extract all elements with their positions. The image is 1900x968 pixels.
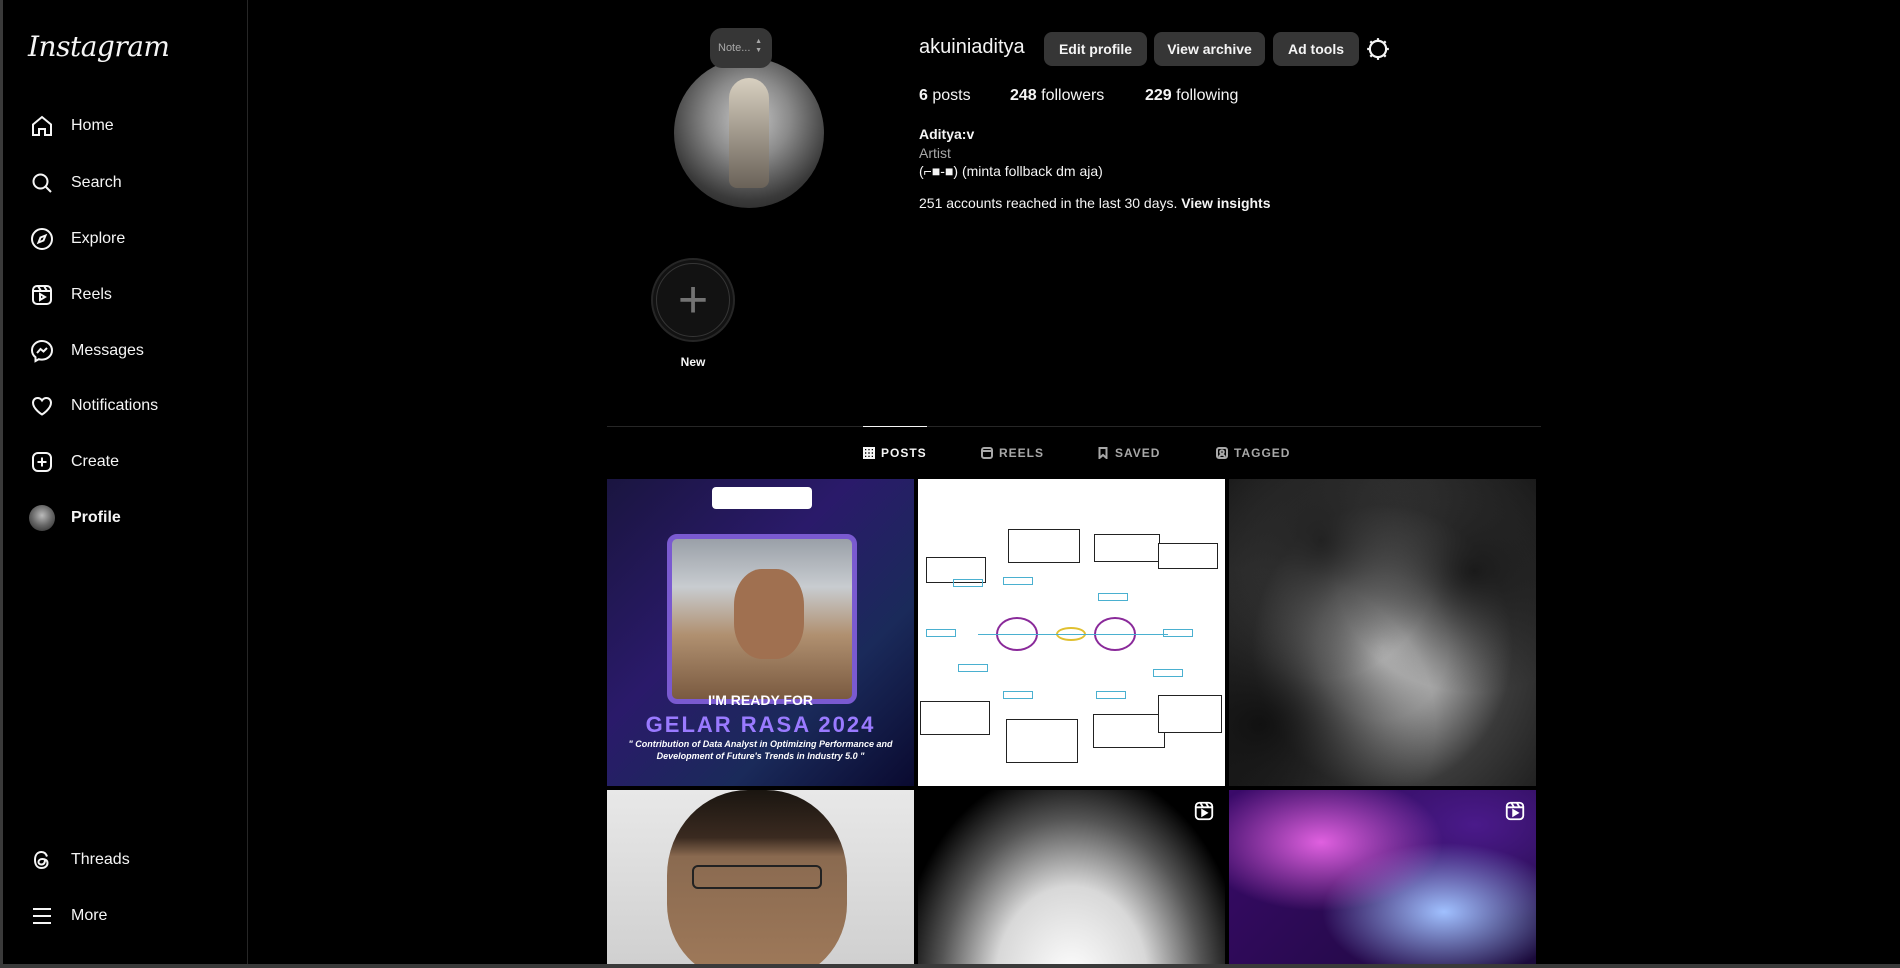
post-caption-title: GELAR RASA 2024 [645,712,876,737]
bookmark-icon [1097,447,1109,459]
new-highlight-button[interactable]: + [651,258,735,342]
post-tile[interactable] [1229,479,1536,786]
post-tile[interactable] [1229,790,1536,964]
tab-tagged[interactable]: TAGGED [1216,427,1290,479]
note-bubble[interactable]: Note... ▲ ▼ [710,28,772,68]
view-archive-button[interactable]: View archive [1154,32,1265,66]
reel-icon [1193,800,1215,822]
reel-icon [1504,800,1526,822]
profile-main: Note... ▲ ▼ akuiniaditya Edit profile Vie… [249,0,1900,964]
glasses-shape [692,865,822,889]
post-tile[interactable]: I'M READY FOR GELAR RASA 2024 " Contribu… [607,479,914,786]
post-tile[interactable] [918,790,1225,964]
tab-saved[interactable]: SAVED [1097,427,1160,479]
tag-user-icon [1216,447,1228,459]
tab-reels[interactable]: REELS [981,427,1044,479]
new-highlight-label: New [680,355,706,369]
post-caption-line: I'M READY FOR [708,692,813,708]
following-link[interactable]: 229 following [1145,87,1238,105]
note-stepper-icon: ▲ ▼ [755,38,762,54]
bio-text: (⌐■-■) (minta follback dm aja) [919,163,1103,179]
plus-icon: + [677,271,709,329]
tab-posts[interactable]: POSTS [863,426,927,478]
profile-username: akuiniaditya [919,36,1025,58]
insights-text: 251 accounts reached in the last 30 days… [919,195,1178,211]
tabs-divider [607,426,1541,427]
post-tile[interactable] [918,479,1225,786]
logo-badge [712,487,812,509]
edit-profile-button[interactable]: Edit profile [1044,32,1147,66]
grid-icon [863,446,875,459]
profile-avatar[interactable] [674,58,824,208]
post-caption-subtitle: " Contribution of Data Analyst in Optimi… [628,739,893,761]
view-insights-link[interactable]: View insights [1181,195,1270,211]
note-placeholder: Note... [718,42,751,54]
reels-icon [981,447,993,459]
posts-count: 6 posts [919,87,971,104]
bio-name: Aditya:v [919,126,975,142]
post-photo [667,534,857,704]
bio-category: Artist [919,145,951,161]
followers-link[interactable]: 248 followers [1010,87,1104,105]
settings-gear-icon[interactable] [1365,36,1391,62]
insights-line: 251 accounts reached in the last 30 days… [919,195,1271,211]
ad-tools-button[interactable]: Ad tools [1273,32,1359,66]
post-tile[interactable] [607,790,914,964]
